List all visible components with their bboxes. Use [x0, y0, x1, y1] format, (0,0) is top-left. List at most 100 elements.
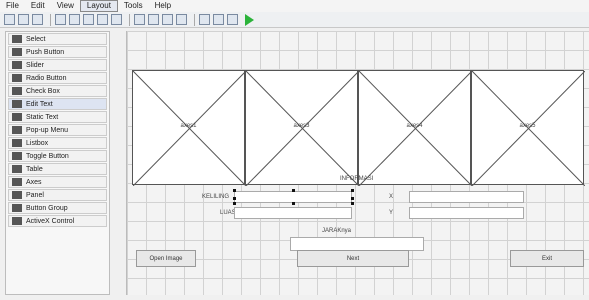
toggle-icon: [12, 152, 22, 160]
toolbar-divider: [50, 13, 51, 26]
static-text-icon: [12, 113, 22, 121]
x-field[interactable]: [409, 191, 524, 203]
pointer-icon: [12, 35, 22, 43]
toolbar-editor-icon[interactable]: [176, 14, 187, 25]
jaraknya-field[interactable]: [290, 237, 424, 251]
slider-icon: [12, 61, 22, 69]
axes5[interactable]: axes5: [471, 70, 585, 186]
palette-slider[interactable]: Slider: [8, 59, 107, 71]
menu-editor-icon[interactable]: [148, 14, 159, 25]
selection-handle[interactable]: [351, 197, 354, 200]
copy-icon[interactable]: [69, 14, 80, 25]
property-inspector-icon[interactable]: [213, 14, 224, 25]
palette-radio-button[interactable]: Radio Button: [8, 72, 107, 84]
selection-handle[interactable]: [233, 189, 236, 192]
paste-icon[interactable]: [83, 14, 94, 25]
palette-label: Radio Button: [26, 74, 67, 82]
run-icon[interactable]: [245, 13, 254, 26]
palette-check-box[interactable]: Check Box: [8, 85, 107, 97]
axes4[interactable]: axes4: [358, 70, 472, 186]
edit-text-icon: [12, 100, 22, 108]
palette-label: ActiveX Control: [26, 217, 75, 225]
palette-table[interactable]: Table: [8, 163, 107, 175]
keliling-label: KELILING: [202, 194, 230, 200]
palette-label: Button Group: [26, 204, 68, 212]
axes-icon: [12, 178, 22, 186]
palette-listbox[interactable]: Listbox: [8, 137, 107, 149]
undo-icon[interactable]: [97, 14, 108, 25]
layout-canvas[interactable]: axes1 axes3 axes4 axes5 INFORMASI KELILI…: [126, 31, 589, 295]
palette-label: Slider: [26, 61, 44, 69]
palette-axes[interactable]: Axes: [8, 176, 107, 188]
panel-icon: [12, 191, 22, 199]
palette-label: Static Text: [26, 113, 59, 121]
selection-handle[interactable]: [292, 189, 295, 192]
palette-label: Push Button: [26, 48, 65, 56]
push-button-icon: [12, 48, 22, 56]
palette-select[interactable]: Select: [8, 33, 107, 45]
exit-button[interactable]: Exit: [510, 250, 584, 267]
palette-label: Table: [26, 165, 43, 173]
button-group-icon: [12, 204, 22, 212]
menu-layout[interactable]: Layout: [79, 0, 118, 12]
popup-menu-icon: [12, 126, 22, 134]
component-palette: Select Push Button Slider Radio Button C…: [5, 31, 110, 295]
axes-label: axes1: [180, 123, 197, 129]
editor-icon[interactable]: [199, 14, 210, 25]
palette-label: Listbox: [26, 139, 49, 147]
axes3[interactable]: axes3: [245, 70, 359, 186]
axes-label: axes5: [519, 123, 536, 129]
y-label: Y: [389, 210, 394, 216]
axes-label: axes3: [293, 123, 310, 129]
palette-label: Toggle Button: [26, 152, 69, 160]
open-image-button[interactable]: Open Image: [136, 250, 196, 267]
menu-bar: File Edit View Layout Tools Help: [0, 0, 589, 12]
listbox-icon: [12, 139, 22, 147]
palette-panel[interactable]: Panel: [8, 189, 107, 201]
x-label: X: [389, 194, 394, 200]
redo-icon[interactable]: [111, 14, 122, 25]
toolbar-divider: [194, 13, 195, 26]
menu-tools[interactable]: Tools: [118, 0, 149, 12]
axes-label: axes4: [406, 123, 423, 129]
palette-label: Edit Text: [26, 100, 53, 108]
save-icon[interactable]: [32, 14, 43, 25]
menu-edit[interactable]: Edit: [25, 0, 51, 12]
activex-icon: [12, 217, 22, 225]
selection-handle[interactable]: [351, 189, 354, 192]
tab-order-icon[interactable]: [162, 14, 173, 25]
luas-field[interactable]: [234, 207, 352, 219]
selection-handle[interactable]: [233, 202, 236, 205]
palette-button-group[interactable]: Button Group: [8, 202, 107, 214]
palette-label: Panel: [26, 191, 44, 199]
align-icon[interactable]: [134, 14, 145, 25]
next-button[interactable]: Next: [297, 250, 409, 267]
table-icon: [12, 165, 22, 173]
informasi-label: INFORMASI: [340, 176, 374, 182]
palette-label: Pop-up Menu: [26, 126, 69, 134]
menu-help[interactable]: Help: [149, 0, 177, 12]
palette-edit-text[interactable]: Edit Text: [8, 98, 107, 110]
cut-icon[interactable]: [55, 14, 66, 25]
object-browser-icon[interactable]: [227, 14, 238, 25]
new-file-icon[interactable]: [4, 14, 15, 25]
selection-handle[interactable]: [351, 202, 354, 205]
checkbox-icon: [12, 87, 22, 95]
y-field[interactable]: [409, 207, 524, 219]
palette-label: Select: [26, 35, 46, 43]
menu-view[interactable]: View: [51, 0, 80, 12]
palette-activex-control[interactable]: ActiveX Control: [8, 215, 107, 227]
palette-push-button[interactable]: Push Button: [8, 46, 107, 58]
selection-handle[interactable]: [292, 202, 295, 205]
palette-label: Check Box: [26, 87, 60, 95]
palette-popup-menu[interactable]: Pop-up Menu: [8, 124, 107, 136]
open-folder-icon[interactable]: [18, 14, 29, 25]
menu-file[interactable]: File: [0, 0, 25, 12]
axes1[interactable]: axes1: [132, 70, 246, 186]
palette-label: Axes: [26, 178, 42, 186]
selection-handle[interactable]: [233, 197, 236, 200]
radio-icon: [12, 74, 22, 82]
palette-toggle-button[interactable]: Toggle Button: [8, 150, 107, 162]
toolbar: [0, 12, 589, 28]
palette-static-text[interactable]: Static Text: [8, 111, 107, 123]
